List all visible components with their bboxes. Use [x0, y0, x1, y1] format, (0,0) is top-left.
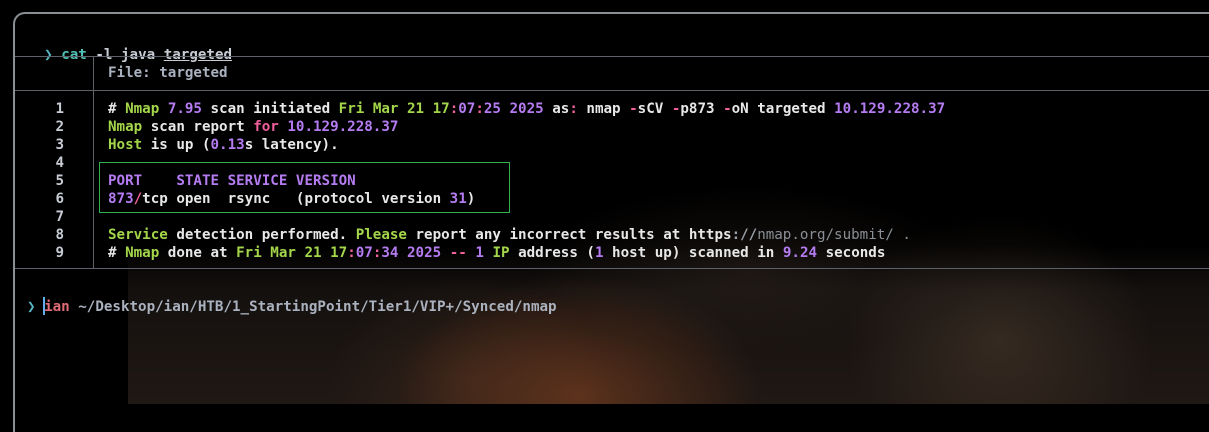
- code-token: Nmap: [108, 119, 143, 135]
- code-line: # Nmap 7.95 scan initiated Fri Mar 21 17…: [108, 100, 945, 118]
- line-number: 1: [55, 101, 64, 117]
- code-token: is up (: [142, 137, 211, 153]
- code-token: 9.24: [782, 245, 818, 261]
- code-line: Host is up (0.13s latency).: [108, 136, 339, 154]
- code-token: Service: [108, 227, 168, 243]
- code-token: s latency).: [244, 137, 339, 153]
- code-token: nmap.org/submit/ .: [757, 227, 911, 243]
- code-token: p873: [680, 101, 724, 117]
- command-line[interactable]: ❯ cat -l java targeted: [27, 28, 232, 64]
- prompt-username: ian: [44, 299, 70, 315]
- line-number: 5: [55, 173, 64, 189]
- line-number: 6: [55, 191, 64, 207]
- code-token: for: [253, 119, 279, 135]
- code-token: :: [475, 101, 484, 117]
- prompt-symbol: ❯: [44, 47, 53, 63]
- code-token: 1: [475, 245, 484, 261]
- code-token: as: [543, 101, 570, 117]
- code-token: --: [449, 245, 467, 261]
- text-cursor[interactable]: [43, 297, 45, 315]
- line-number: 9: [55, 245, 64, 261]
- code-token: :: [449, 101, 459, 117]
- code-token: 07: [458, 101, 476, 117]
- line-number: 4: [55, 155, 64, 171]
- code-token: sCV: [637, 101, 672, 117]
- code-token: -: [629, 101, 638, 117]
- code-line: # Nmap done at Fri Mar 21 17:07:34 2025 …: [108, 244, 885, 262]
- code-token: 25 2025: [483, 101, 544, 117]
- command-flags: -l java: [95, 47, 156, 63]
- line-number: 3: [55, 137, 64, 153]
- code-token: detection performed.: [167, 227, 356, 243]
- code-token: -: [723, 101, 732, 117]
- prompt-cwd: ~/Desktop/ian/HTB/1_StartingPoint/Tier1/…: [78, 299, 557, 315]
- code-line: Nmap scan report for 10.129.228.37: [108, 118, 398, 136]
- code-token: oN targeted: [731, 101, 835, 117]
- header-separator: [15, 90, 1209, 91]
- code-token: 34 2025: [381, 245, 442, 261]
- line-number: 2: [55, 119, 64, 135]
- code-token: scan report: [142, 119, 254, 135]
- shell-prompt-path-line: ian ~/Desktop/ian/HTB/1_StartingPoint/Ti…: [27, 280, 557, 316]
- code-line: Service detection performed. Please repo…: [108, 226, 911, 244]
- code-token: Fri Mar 21 17: [338, 101, 450, 117]
- code-token: done at: [159, 245, 237, 261]
- command-file-arg[interactable]: targeted: [164, 47, 232, 63]
- table-top-border: [15, 56, 1209, 57]
- code-token: Please: [355, 227, 407, 243]
- code-token: seconds: [817, 245, 886, 261]
- code-token: 7.95: [167, 101, 202, 117]
- code-token: nmap: [577, 101, 630, 117]
- code-token: host up) scanned in: [603, 245, 783, 261]
- table-bottom-border: [15, 268, 1209, 269]
- code-token: #: [108, 101, 126, 117]
- code-token: :: [569, 101, 578, 117]
- line-number: 8: [55, 227, 64, 243]
- command-name: cat: [61, 47, 87, 63]
- code-token: scan initiated: [201, 101, 339, 117]
- port-table-highlight-box: [99, 162, 510, 213]
- code-token: 0.13: [210, 137, 245, 153]
- code-token: :: [347, 245, 356, 261]
- code-token: #: [108, 245, 126, 261]
- code-token: address (: [509, 245, 595, 261]
- code-token: Nmap: [125, 101, 160, 117]
- code-token: 10.129.228.37: [834, 101, 946, 117]
- code-token: 1: [594, 245, 604, 261]
- code-token: ://: [731, 227, 758, 243]
- code-token: Nmap: [125, 245, 160, 261]
- code-token: Host: [108, 137, 143, 153]
- code-token: 10.129.228.37: [287, 119, 399, 135]
- code-token: Fri Mar 21 17: [236, 245, 348, 261]
- line-number: 7: [55, 209, 64, 225]
- prompt-symbol-input: ❯: [27, 299, 36, 315]
- code-token: IP: [492, 245, 510, 261]
- gutter-separator: [93, 56, 94, 269]
- file-header-label: File: targeted: [108, 65, 228, 81]
- code-token: 07: [355, 245, 373, 261]
- code-token: report any incorrect results at https: [406, 227, 732, 243]
